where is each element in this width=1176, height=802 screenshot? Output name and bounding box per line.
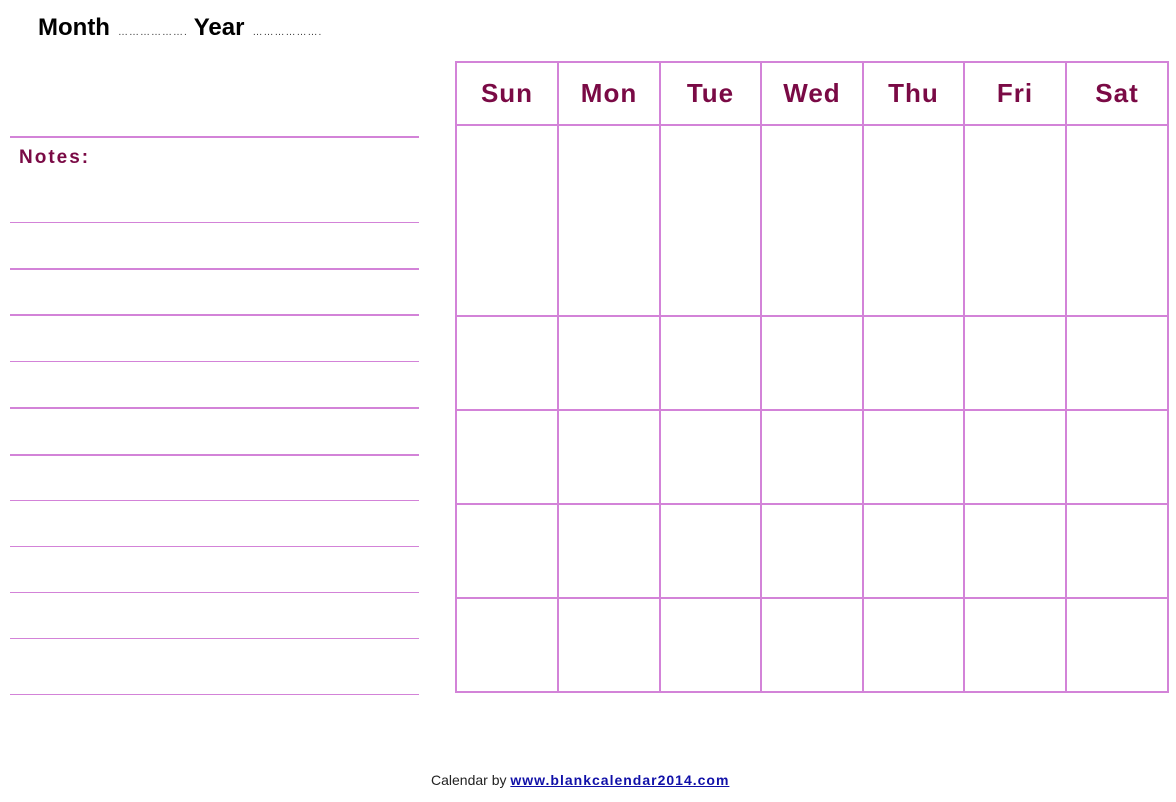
notes-line[interactable] [10,694,419,695]
day-cell[interactable] [557,503,661,599]
notes-top-rule [10,136,419,138]
day-cell[interactable] [455,124,559,317]
notes-line[interactable] [10,314,419,316]
week-row [455,409,1169,505]
day-cell[interactable] [455,409,559,505]
weekday-wed: Wed [760,61,864,126]
day-cell[interactable] [963,503,1067,599]
notes-line[interactable] [10,638,419,639]
day-cell[interactable] [760,315,864,411]
week-row [455,315,1169,411]
day-cell[interactable] [557,597,661,693]
day-cell[interactable] [659,124,762,317]
day-cell[interactable] [659,315,762,411]
notes-line[interactable] [10,268,419,270]
month-blank[interactable]: ………………. [118,27,188,38]
day-cell[interactable] [557,409,661,505]
weekday-tue: Tue [659,61,762,126]
weekday-sat: Sat [1065,61,1169,126]
day-cell[interactable] [963,315,1067,411]
day-cell[interactable] [862,597,965,693]
weekday-header-row: Sun Mon Tue Wed Thu Fri Sat [455,61,1169,126]
weekday-sun: Sun [455,61,559,126]
day-cell[interactable] [963,124,1067,317]
notes-line[interactable] [10,592,419,593]
week-row [455,124,1169,317]
footer-credit: Calendar by www.blankcalendar2014.com [431,772,729,788]
day-cell[interactable] [557,124,661,317]
day-cell[interactable] [1065,597,1169,693]
day-cell[interactable] [862,409,965,505]
day-cell[interactable] [455,503,559,599]
year-label: Year [193,14,245,41]
calendar-grid: Sun Mon Tue Wed Thu Fri Sat [455,61,1169,693]
weekday-mon: Mon [557,61,661,126]
day-cell[interactable] [760,409,864,505]
day-cell[interactable] [1065,409,1169,505]
notes-label: Notes: [19,147,91,168]
notes-line[interactable] [10,454,419,456]
day-cell[interactable] [659,409,762,505]
day-cell[interactable] [659,597,762,693]
month-year-header: Month ………………. Year ………………. [38,14,328,42]
year-blank[interactable]: ………………. [252,27,322,38]
day-cell[interactable] [1065,315,1169,411]
week-row [455,503,1169,599]
day-cell[interactable] [760,597,864,693]
day-cell[interactable] [760,503,864,599]
notes-line[interactable] [10,361,419,362]
week-row [455,597,1169,693]
notes-line[interactable] [10,222,419,223]
day-cell[interactable] [1065,503,1169,599]
day-cell[interactable] [1065,124,1169,317]
day-cell[interactable] [760,124,864,317]
weekday-fri: Fri [963,61,1067,126]
day-cell[interactable] [455,315,559,411]
footer-prefix: Calendar by [431,772,507,788]
footer-link[interactable]: www.blankcalendar2014.com [510,772,729,788]
notes-line[interactable] [10,546,419,547]
day-cell[interactable] [455,597,559,693]
day-cell[interactable] [659,503,762,599]
day-cell[interactable] [963,597,1067,693]
weekday-thu: Thu [862,61,965,126]
day-cell[interactable] [862,315,965,411]
notes-line[interactable] [10,500,419,501]
day-cell[interactable] [557,315,661,411]
month-label: Month [38,14,110,41]
notes-line[interactable] [10,407,419,409]
day-cell[interactable] [862,124,965,317]
day-cell[interactable] [963,409,1067,505]
day-cell[interactable] [862,503,965,599]
